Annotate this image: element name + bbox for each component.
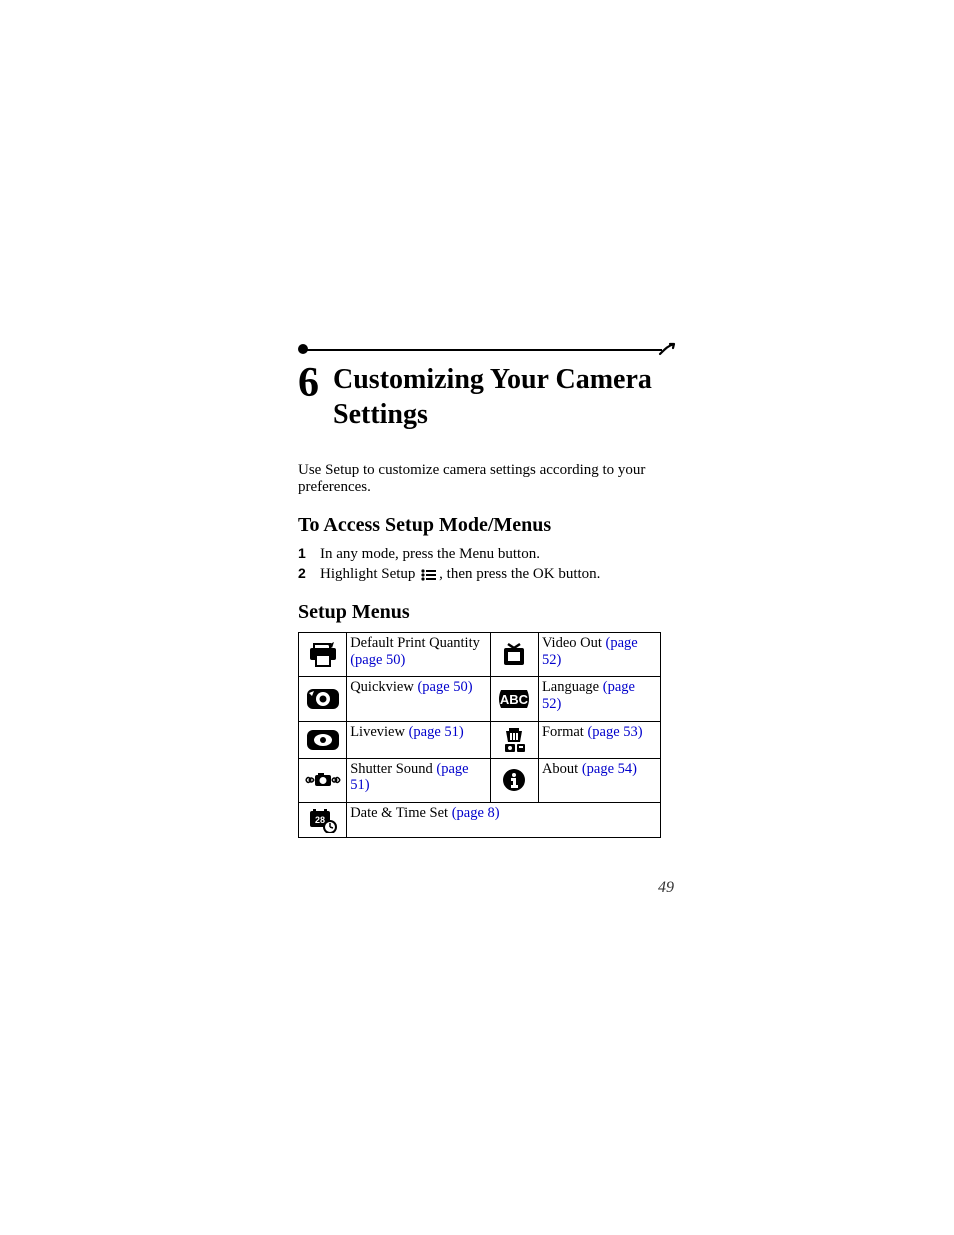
svg-text:ABC: ABC bbox=[500, 692, 529, 707]
cell-label: Quickview bbox=[350, 679, 417, 695]
liveview-icon bbox=[299, 721, 347, 758]
cell-label: Language bbox=[542, 679, 603, 695]
date-time-icon: 28 bbox=[299, 803, 347, 838]
print-quantity-icon bbox=[299, 633, 347, 677]
cell-print-quantity: Default Print Quantity (page 50) bbox=[347, 633, 491, 677]
table-row: Default Print Quantity (page 50) Video O… bbox=[299, 633, 661, 677]
step-text: In any mode, press the Menu button. bbox=[320, 546, 540, 563]
cell-label: Format bbox=[542, 724, 588, 740]
cell-format: Format (page 53) bbox=[538, 721, 660, 758]
page-number: 49 bbox=[658, 879, 674, 897]
svg-text:28: 28 bbox=[315, 815, 325, 825]
heading-access-setup: To Access Setup Mode/Menus bbox=[298, 514, 676, 537]
table-row: 28 Date & Time Set (page 8) bbox=[299, 803, 661, 838]
cell-shutter-sound: Shutter Sound (page 51) bbox=[347, 758, 491, 802]
cell-label: Video Out bbox=[542, 635, 606, 651]
quickview-icon bbox=[299, 677, 347, 721]
cell-liveview: Liveview (page 51) bbox=[347, 721, 491, 758]
rule-line bbox=[302, 349, 662, 351]
format-icon bbox=[490, 721, 538, 758]
page-link[interactable]: (page 50) bbox=[350, 652, 405, 668]
video-out-icon bbox=[490, 633, 538, 677]
setup-menus-table: Default Print Quantity (page 50) Video O… bbox=[298, 632, 661, 838]
step-1: 1 In any mode, press the Menu button. bbox=[298, 545, 676, 563]
setup-list-icon bbox=[421, 569, 437, 581]
cell-language: Language (page 52) bbox=[538, 677, 660, 721]
chapter-title: Customizing Your Camera Settings bbox=[333, 362, 676, 432]
about-icon bbox=[490, 758, 538, 802]
cell-label: About bbox=[542, 761, 582, 777]
chapter-rule bbox=[298, 334, 676, 354]
cell-label: Date & Time Set bbox=[350, 805, 452, 821]
heading-setup-menus: Setup Menus bbox=[298, 601, 676, 624]
cell-about: About (page 54) bbox=[538, 758, 660, 802]
chapter-number: 6 bbox=[298, 362, 319, 404]
table-row: Liveview (page 51) bbox=[299, 721, 661, 758]
step-number: 2 bbox=[298, 565, 310, 581]
table-row: Shutter Sound (page 51) About (page 54) bbox=[299, 758, 661, 802]
cell-label: Shutter Sound bbox=[350, 761, 436, 777]
page-link[interactable]: (page 51) bbox=[409, 724, 464, 740]
page-link[interactable]: (page 8) bbox=[452, 805, 500, 821]
cell-video-out: Video Out (page 52) bbox=[538, 633, 660, 677]
step-number: 1 bbox=[298, 545, 310, 561]
cell-date-time: Date & Time Set (page 8) bbox=[347, 803, 661, 838]
table-row: Quickview (page 50) ABC Language (page 5… bbox=[299, 677, 661, 721]
cell-label: Default Print Quantity bbox=[350, 635, 480, 651]
step-text-pre: Highlight Setup bbox=[320, 566, 419, 582]
page-link[interactable]: (page 54) bbox=[582, 761, 637, 777]
shutter-sound-icon bbox=[299, 758, 347, 802]
page-link[interactable]: (page 50) bbox=[417, 679, 472, 695]
cell-label: Liveview bbox=[350, 724, 408, 740]
step-text: Highlight Setup , then press the OK butt… bbox=[320, 566, 600, 583]
language-icon: ABC bbox=[490, 677, 538, 721]
step-text-post: , then press the OK button. bbox=[439, 566, 600, 582]
rule-arrow-icon bbox=[658, 338, 676, 356]
intro-paragraph: Use Setup to customize camera settings a… bbox=[298, 462, 676, 496]
page-link[interactable]: (page 53) bbox=[587, 724, 642, 740]
step-2: 2 Highlight Setup , then press the OK bu… bbox=[298, 565, 676, 583]
cell-quickview: Quickview (page 50) bbox=[347, 677, 491, 721]
